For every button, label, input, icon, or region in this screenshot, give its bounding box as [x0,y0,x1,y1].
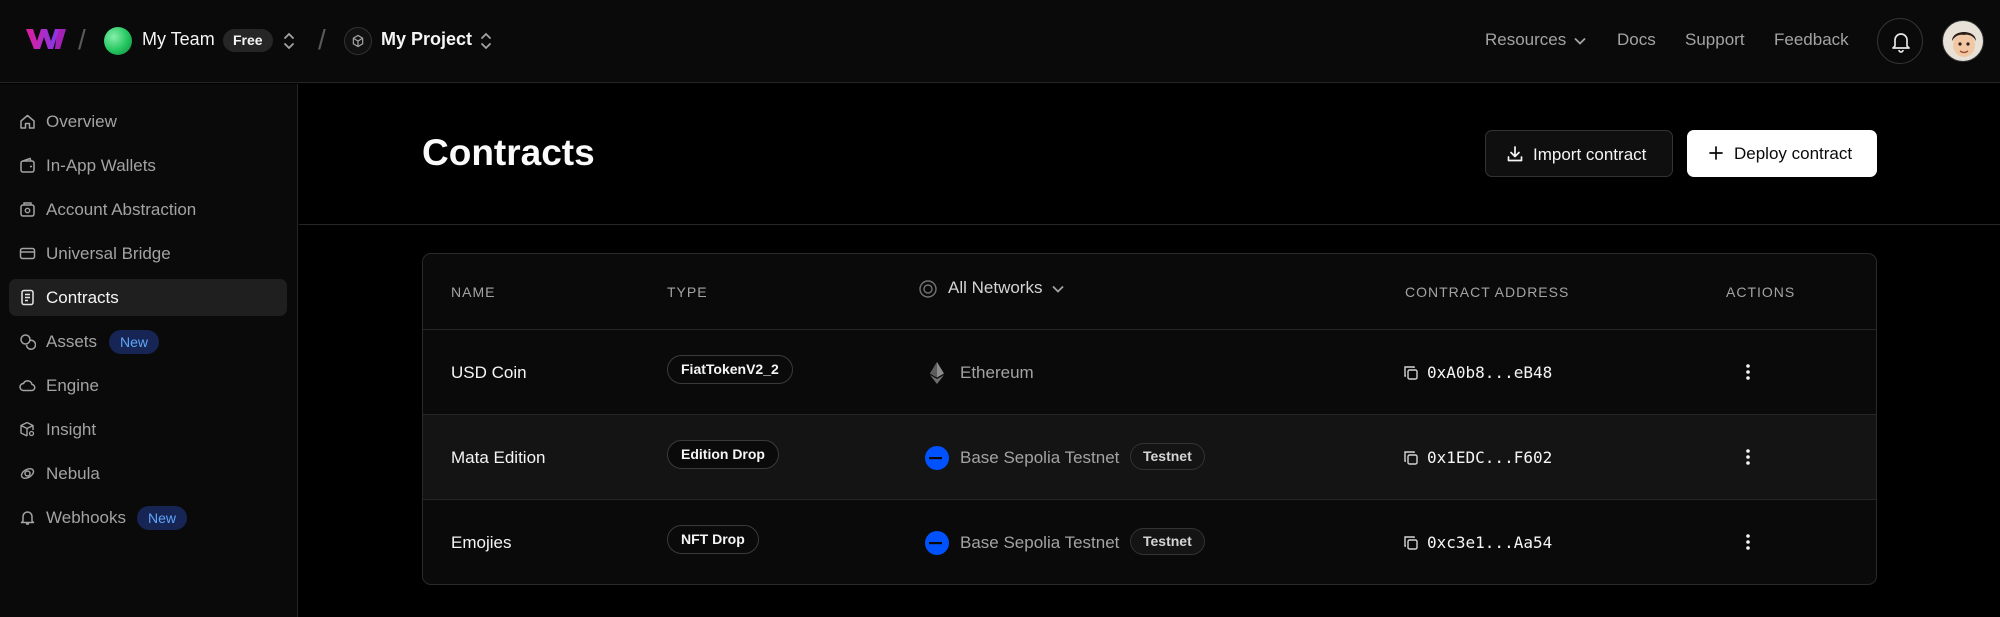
copy-icon[interactable] [1403,535,1419,551]
testnet-badge: Testnet [1130,443,1205,470]
sidebar-item-overview[interactable]: Overview [9,103,287,140]
sidebar-item-label: Nebula [46,464,100,483]
project-name[interactable]: My Project [381,29,472,50]
sidebar-item-label: Universal Bridge [46,244,171,263]
sidebar-item-in-app-wallets[interactable]: In-App Wallets [9,147,287,184]
network-name: Ethereum [960,363,1034,382]
sidebar-item-label: In-App Wallets [46,156,156,175]
bell-icon [20,511,35,525]
chevron-down-icon [1574,37,1586,45]
user-avatar[interactable] [1942,20,1984,62]
sidebar-item-label: Assets [46,332,98,351]
ethereum-icon [930,362,944,384]
nav-resources[interactable]: Resources [1485,30,1586,50]
network-name: Base Sepolia Testnet [960,533,1120,552]
more-actions-icon[interactable] [1743,532,1753,552]
more-actions-icon[interactable] [1743,362,1753,382]
sidebar: Overview In-App Wallets Account Abstract… [0,84,298,617]
card-icon [19,247,36,260]
nav-support[interactable]: Support [1685,30,1745,50]
network-filter-label: All Networks [948,278,1043,297]
contract-type-badge: NFT Drop [667,525,759,554]
network-globe-icon [919,279,937,298]
contract-address[interactable]: 0xc3e1...Aa54 [1427,533,1552,552]
contract-icon [21,289,34,306]
team-name[interactable]: My Team [142,29,215,50]
new-badge: New [109,330,160,354]
column-header-actions: ACTIONS [1726,284,1796,300]
contract-name[interactable]: Emojies [451,533,511,553]
deploy-contract-button[interactable]: Deploy contract [1687,130,1877,177]
coins-icon [20,334,36,350]
plan-badge: Free [223,29,273,52]
contract-type-badge: Edition Drop [667,440,779,469]
more-actions-icon[interactable] [1743,447,1753,467]
table-row[interactable]: USD Coin FiatTokenV2_2 Ethereum 0xA0b8..… [423,329,1876,414]
sidebar-item-account-abstraction[interactable]: Account Abstraction [9,191,287,228]
contract-name[interactable]: USD Coin [451,363,527,383]
network-filter-dropdown[interactable]: All Networks [918,278,1065,299]
sidebar-item-label: Account Abstraction [46,200,197,219]
brand-logo-icon[interactable] [26,28,66,50]
home-icon [20,114,35,129]
base-chain-icon [925,446,949,470]
sidebar-item-nebula[interactable]: Nebula [9,455,287,492]
testnet-badge: Testnet [1130,528,1205,555]
download-icon [1507,146,1523,162]
sidebar-item-contracts[interactable]: Contracts [9,279,287,316]
bell-icon [1892,33,1910,53]
sidebar-item-engine[interactable]: Engine [9,367,287,404]
column-header-name: NAME [451,284,496,300]
table-row[interactable]: Emojies NFT Drop Base Sepolia Testnet Te… [423,499,1876,584]
project-icon[interactable] [344,27,372,55]
copy-icon[interactable] [1403,365,1419,381]
header-divider [299,224,2000,225]
breadcrumb-separator: / [318,24,326,55]
sidebar-item-label: Contracts [46,288,119,307]
copy-icon[interactable] [1403,450,1419,466]
cloud-icon [19,380,36,392]
nav-docs[interactable]: Docs [1617,30,1656,50]
contract-address[interactable]: 0xA0b8...eB48 [1427,363,1552,382]
sidebar-item-label: Engine [46,376,99,395]
deploy-contract-label: Deploy contract [1734,144,1853,163]
sidebar-item-label: Insight [46,420,97,439]
contract-name[interactable]: Mata Edition [451,448,546,468]
page-title: Contracts [422,132,595,173]
top-bar: / My Team Free / My Project Resources Do… [0,0,2000,83]
import-contract-label: Import contract [1533,145,1647,164]
nebula-icon [20,468,35,479]
box-search-icon [20,421,35,437]
table-row[interactable]: Mata Edition Edition Drop Base Sepolia T… [423,414,1876,499]
nav-resources-label: Resources [1485,30,1567,49]
sidebar-item-universal-bridge[interactable]: Universal Bridge [9,235,287,272]
wallet-icon [20,157,35,173]
nav-feedback[interactable]: Feedback [1774,30,1849,50]
network-name: Base Sepolia Testnet [960,448,1120,467]
plus-icon [1709,146,1723,160]
project-switcher-chevron-icon[interactable] [479,30,493,52]
user-avatar-icon [1952,32,1976,57]
sidebar-item-insight[interactable]: Insight [9,411,287,448]
column-header-address: CONTRACT ADDRESS [1405,284,1570,300]
sidebar-item-webhooks[interactable]: Webhooks New [9,499,287,536]
sidebar-item-label: Overview [46,112,117,131]
team-avatar[interactable] [104,27,132,55]
team-switcher-chevron-icon[interactable] [282,30,296,52]
column-header-type: TYPE [667,284,708,300]
base-chain-icon [925,531,949,555]
breadcrumb-separator: / [78,24,86,55]
contract-type-badge: FiatTokenV2_2 [667,355,793,384]
contracts-table: NAME TYPE All Networks CONTRACT ADDRESS … [422,253,1877,585]
smart-wallet-icon [20,202,35,217]
new-badge: New [137,506,188,530]
chevron-down-icon [1052,285,1065,293]
import-contract-button[interactable]: Import contract [1485,130,1673,177]
sidebar-item-label: Webhooks [46,508,127,527]
sidebar-item-assets[interactable]: Assets New [9,323,287,360]
notifications-button[interactable] [1877,18,1923,64]
contract-address[interactable]: 0x1EDC...F602 [1427,448,1552,467]
